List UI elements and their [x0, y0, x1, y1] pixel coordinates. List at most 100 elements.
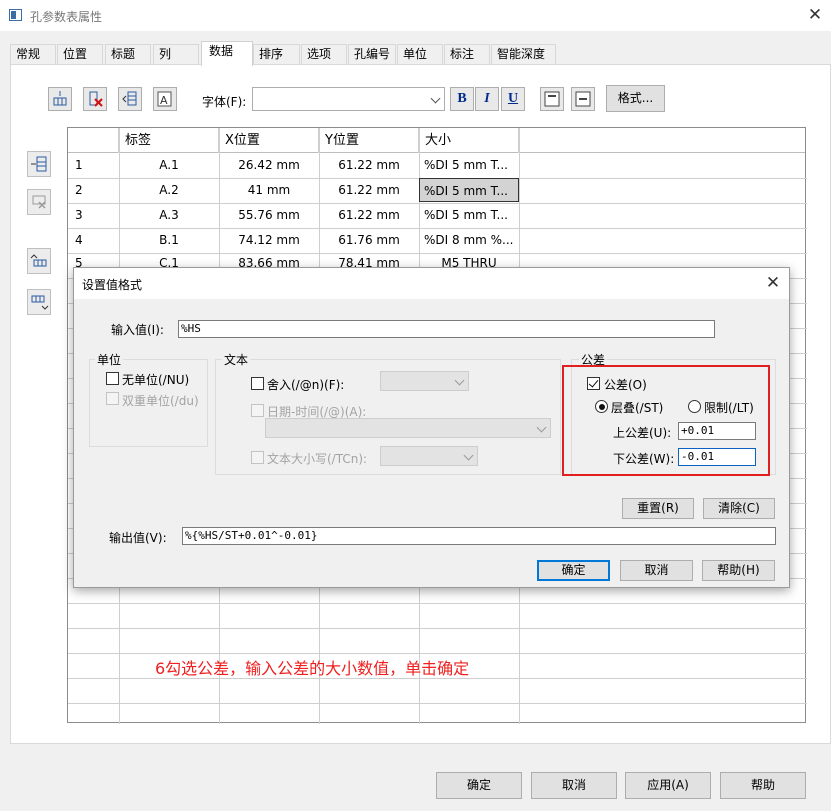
limit-label: 限制(/LT)	[704, 401, 754, 415]
dialog-help-button[interactable]: 帮助(H)	[702, 560, 775, 581]
table-cell[interactable]: 5	[75, 253, 115, 268]
dialog-titlebar: 设置值格式 ✕	[74, 268, 789, 299]
chevron-down-icon	[430, 93, 441, 104]
column-header-x[interactable]: X位置	[219, 128, 319, 153]
table-cell[interactable]: A.1	[119, 153, 219, 177]
table-cell[interactable]: %DI 5 mm T...	[424, 153, 518, 177]
table-cell[interactable]: 2	[75, 178, 115, 202]
reset-button[interactable]: 重置(R)	[622, 498, 694, 519]
tab-sort[interactable]: 排序	[253, 44, 300, 65]
ok-button[interactable]: 确定	[436, 772, 522, 799]
table-cell[interactable]: 61.22 mm	[319, 178, 419, 202]
underline-button[interactable]: U	[501, 87, 525, 111]
tab-general[interactable]: 常规	[10, 44, 56, 65]
bold-button[interactable]: B	[450, 87, 474, 111]
move-row-up-button[interactable]	[27, 248, 51, 274]
table-cell[interactable]: 4	[75, 228, 115, 252]
column-header-y[interactable]: Y位置	[319, 128, 419, 153]
text-style-button[interactable]: A	[153, 87, 177, 111]
table-cell[interactable]: %DI 8 mm %...	[424, 228, 518, 252]
table-cell-selected[interactable]: %DI 5 mm T...	[419, 178, 519, 202]
upper-tolerance-input[interactable]: +0.01	[678, 422, 756, 440]
insert-row-button[interactable]	[27, 151, 51, 177]
grid-row-divider	[68, 628, 807, 629]
input-value-field[interactable]: %HS	[178, 320, 715, 338]
table-cell[interactable]: A.2	[119, 178, 219, 202]
tab-annotation[interactable]: 标注	[444, 44, 490, 65]
delete-column-button[interactable]	[83, 87, 107, 111]
table-cell[interactable]: M5 THRU	[419, 253, 519, 268]
table-cell[interactable]: 61.22 mm	[319, 153, 419, 177]
table-cell[interactable]: 74.12 mm	[219, 228, 319, 252]
text-group-label: 文本	[222, 351, 251, 368]
help-button[interactable]: 帮助	[720, 772, 806, 799]
round-select[interactable]	[380, 371, 469, 391]
table-cell[interactable]: 78.41 mm	[319, 253, 419, 268]
column-header-index[interactable]	[68, 128, 119, 153]
move-down-icon	[31, 295, 49, 310]
column-edit-button[interactable]	[118, 87, 142, 111]
lower-tolerance-input[interactable]: -0.01	[678, 448, 756, 466]
insert-column-icon	[53, 91, 67, 106]
table-cell[interactable]: 41 mm	[219, 178, 319, 202]
tab-columns[interactable]: 列	[153, 44, 199, 65]
column-edit-icon	[122, 91, 137, 106]
tab-hole-number[interactable]: 孔编号	[348, 44, 396, 65]
dialog-cancel-button[interactable]: 取消	[620, 560, 693, 581]
text-style-icon: A	[157, 91, 172, 107]
table-cell[interactable]: 61.22 mm	[319, 203, 419, 227]
font-select[interactable]	[252, 87, 445, 111]
window-title: 孔参数表属性	[30, 10, 103, 24]
format-button[interactable]: 格式...	[606, 85, 665, 112]
tab-smart-depth[interactable]: 智能深度	[491, 44, 556, 65]
table-cell[interactable]: 61.76 mm	[319, 228, 419, 252]
round-checkbox[interactable]	[251, 377, 264, 390]
table-cell[interactable]: A.3	[119, 203, 219, 227]
delete-row-button[interactable]	[27, 189, 51, 215]
align-top-button[interactable]	[540, 87, 564, 111]
insert-column-button[interactable]	[48, 87, 72, 111]
dialog-ok-button[interactable]: 确定	[537, 560, 610, 581]
apply-button[interactable]: 应用(A)	[625, 772, 711, 799]
tutorial-annotation: 6勾选公差，输入公差的大小数值，单击确定	[155, 659, 470, 678]
clear-button[interactable]: 清除(C)	[703, 498, 775, 519]
datetime-checkbox[interactable]	[251, 404, 264, 417]
table-cell[interactable]: 55.76 mm	[219, 203, 319, 227]
stacked-label: 层叠(/ST)	[611, 401, 664, 415]
svg-text:A: A	[160, 94, 168, 107]
text-case-checkbox[interactable]	[251, 451, 264, 464]
align-middle-icon	[575, 91, 591, 107]
cancel-button[interactable]: 取消	[531, 772, 617, 799]
tab-units[interactable]: 单位	[397, 44, 443, 65]
table-cell[interactable]: 26.42 mm	[219, 153, 319, 177]
window-close-icon[interactable]: ✕	[804, 4, 826, 26]
italic-button[interactable]: I	[475, 87, 499, 111]
grid-row-divider	[68, 653, 807, 654]
move-row-down-button[interactable]	[27, 289, 51, 315]
window-titlebar	[0, 0, 831, 31]
lower-tolerance-label: 下公差(W):	[613, 452, 675, 466]
chevron-down-icon	[536, 422, 547, 433]
column-header-size[interactable]: 大小	[419, 128, 519, 153]
table-cell[interactable]: C.1	[119, 253, 219, 268]
limit-radio[interactable]	[688, 400, 701, 413]
table-cell[interactable]: 3	[75, 203, 115, 227]
tab-title[interactable]: 标题	[105, 44, 151, 65]
table-cell[interactable]: %DI 5 mm T...	[424, 203, 518, 227]
align-middle-button[interactable]	[571, 87, 595, 111]
no-unit-checkbox[interactable]	[106, 372, 119, 385]
table-cell[interactable]: B.1	[119, 228, 219, 252]
stacked-radio[interactable]	[595, 400, 608, 413]
tab-data[interactable]: 数据	[201, 41, 253, 66]
input-value-label: 输入值(I):	[111, 323, 164, 337]
table-cell[interactable]: 83.66 mm	[219, 253, 319, 268]
dual-unit-checkbox[interactable]	[106, 392, 119, 405]
dialog-close-icon[interactable]: ✕	[762, 272, 784, 294]
text-case-select[interactable]	[380, 446, 478, 466]
tab-position[interactable]: 位置	[57, 44, 103, 65]
tolerance-checkbox[interactable]	[587, 377, 600, 390]
datetime-select[interactable]	[265, 418, 551, 438]
column-header-label[interactable]: 标签	[119, 128, 219, 153]
tab-options[interactable]: 选项	[301, 44, 347, 65]
table-cell[interactable]: 1	[75, 153, 115, 177]
